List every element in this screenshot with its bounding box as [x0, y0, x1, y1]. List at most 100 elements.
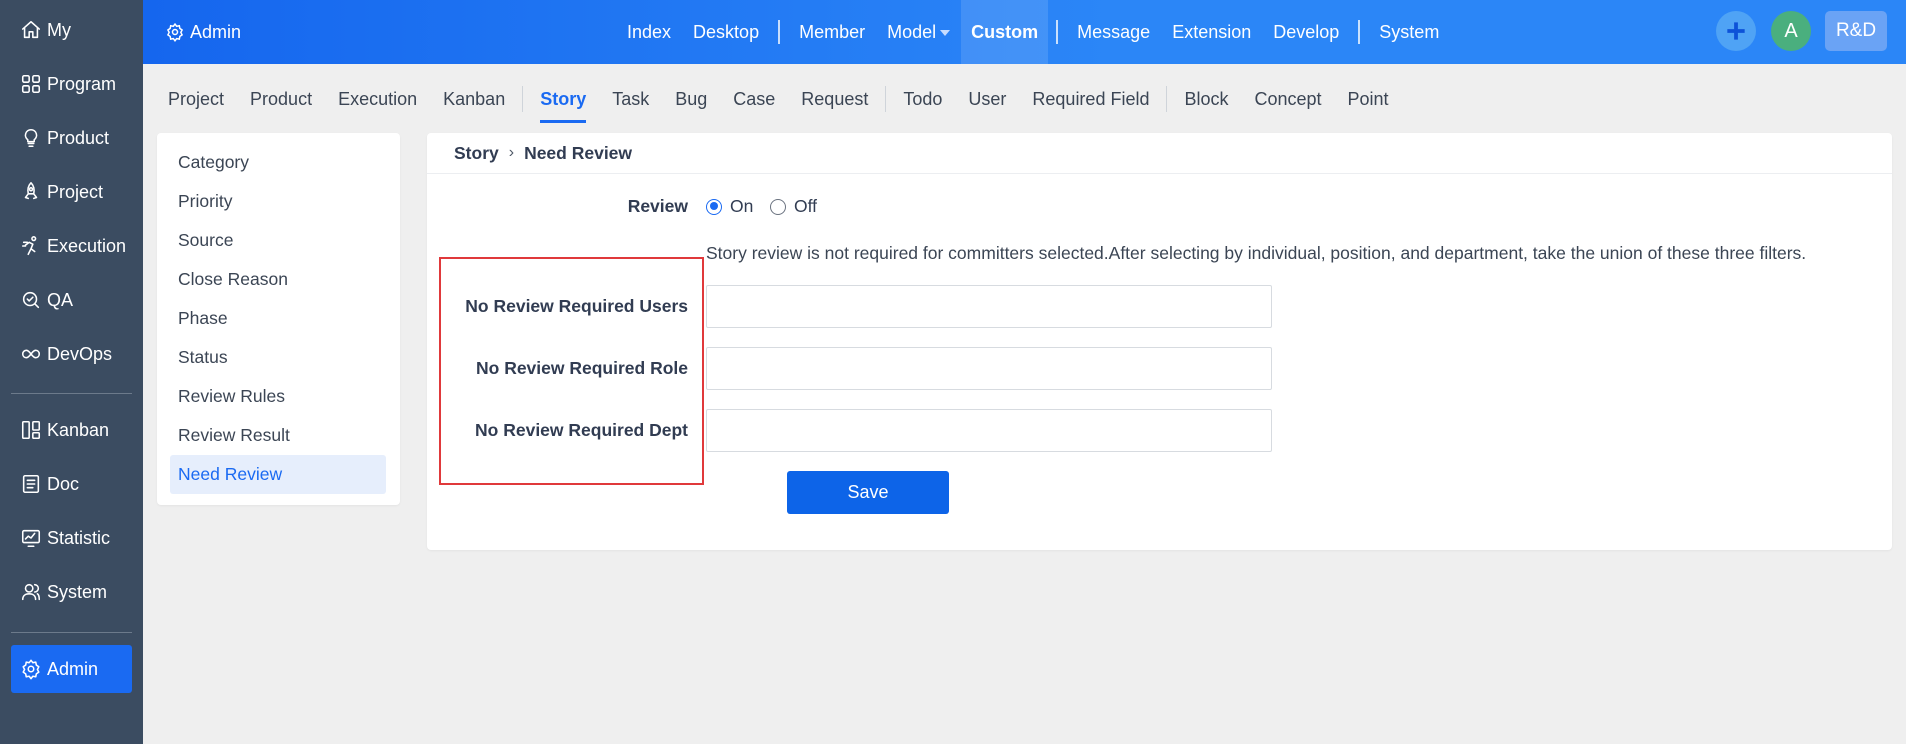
tab-execution[interactable]: Execution [325, 89, 430, 110]
statistic-icon [19, 526, 43, 550]
subnav-divider [885, 86, 887, 112]
subnav-divider [1166, 86, 1168, 112]
topnav-model-label: Model [887, 22, 937, 42]
home-icon [19, 18, 43, 42]
qa-icon [19, 288, 43, 312]
menu-item-category[interactable]: Category [170, 143, 386, 182]
highlight-annotation-box [439, 257, 704, 485]
department-switch-button[interactable]: R&D [1825, 11, 1887, 51]
save-button[interactable]: Save [787, 471, 949, 514]
subnav-divider [522, 86, 524, 112]
topnav-member[interactable]: Member [788, 0, 876, 64]
tab-story[interactable]: Story [527, 89, 599, 123]
sidebar-item-label: System [47, 581, 108, 602]
sidebar-item-project[interactable]: Project [11, 168, 132, 216]
no-review-dept-input[interactable] [706, 409, 1272, 452]
topnav-divider [1056, 20, 1059, 44]
review-off-label: Off [794, 196, 818, 216]
top-navbar: Admin Index Desktop Member Model Custom … [143, 0, 1906, 64]
tab-block[interactable]: Block [1171, 89, 1241, 110]
tab-kanban[interactable]: Kanban [430, 89, 518, 110]
sidebar-item-doc[interactable]: Doc [11, 460, 132, 508]
breadcrumb-parent[interactable]: Story [454, 143, 499, 164]
review-off-radio[interactable] [770, 198, 786, 215]
sidebar-item-label: Statistic [47, 527, 111, 548]
sidebar-item-system[interactable]: System [11, 568, 132, 616]
program-grid-icon [19, 72, 43, 96]
sidebar-item-statistic[interactable]: Statistic [11, 514, 132, 562]
menu-item-review-result[interactable]: Review Result [170, 416, 386, 455]
topnav-custom[interactable]: Custom [961, 0, 1049, 64]
topnav-divider [778, 20, 781, 44]
brand-label: Admin [190, 21, 242, 42]
sidebar-item-qa[interactable]: QA [11, 276, 132, 324]
app-brand[interactable]: Admin [165, 0, 241, 64]
sidebar-item-my[interactable]: My [11, 6, 132, 54]
tab-task[interactable]: Task [599, 89, 662, 110]
avatar[interactable]: A [1771, 11, 1811, 51]
gear-icon [166, 22, 184, 42]
sidebar-divider [11, 393, 132, 394]
no-review-role-input[interactable] [706, 347, 1272, 390]
sidebar-item-program[interactable]: Program [11, 60, 132, 108]
review-off-option[interactable]: Off [770, 196, 817, 217]
tab-bug[interactable]: Bug [662, 89, 720, 110]
tab-point[interactable]: Point [1335, 89, 1402, 110]
review-label: Review [627, 196, 688, 216]
menu-item-phase[interactable]: Phase [170, 299, 386, 338]
sidebar-divider [11, 632, 132, 633]
quick-create-button[interactable] [1716, 11, 1756, 51]
tab-product[interactable]: Product [237, 89, 325, 110]
plus-icon [1727, 22, 1745, 40]
sidebar-item-admin[interactable]: Admin [11, 645, 132, 693]
topnav-message[interactable]: Message [1066, 0, 1161, 64]
sidebar-item-label: Execution [47, 235, 127, 256]
sidebar-item-label: DevOps [47, 343, 113, 364]
tab-request[interactable]: Request [788, 89, 881, 110]
tab-case[interactable]: Case [720, 89, 788, 110]
sidebar-item-execution[interactable]: Execution [11, 222, 132, 270]
review-on-option[interactable]: On [706, 196, 753, 217]
review-on-label: On [730, 196, 754, 216]
sidebar-item-label: Project [47, 181, 104, 202]
topnav-develop[interactable]: Develop [1262, 0, 1350, 64]
tab-user[interactable]: User [955, 89, 1019, 110]
caret-down-icon [940, 30, 951, 37]
breadcrumb: Story › Need Review [427, 133, 1892, 174]
menu-item-close-reason[interactable]: Close Reason [170, 260, 386, 299]
rocket-icon [19, 180, 43, 204]
tab-project[interactable]: Project [155, 89, 237, 110]
menu-item-status[interactable]: Status [170, 338, 386, 377]
sidebar-item-devops[interactable]: DevOps [11, 330, 132, 378]
main-sidebar: My Program Product Project Execution QA … [0, 0, 143, 744]
runner-icon [19, 234, 43, 258]
settings-menu: Category Priority Source Close Reason Ph… [157, 133, 400, 505]
sidebar-item-label: Product [47, 127, 110, 148]
tab-concept[interactable]: Concept [1241, 89, 1334, 110]
breadcrumb-current: Need Review [524, 142, 633, 163]
users-icon [19, 580, 43, 604]
review-on-radio[interactable] [706, 198, 722, 215]
menu-item-priority[interactable]: Priority [170, 182, 386, 221]
tab-required-field[interactable]: Required Field [1019, 89, 1162, 110]
topnav-system[interactable]: System [1368, 0, 1450, 64]
sidebar-item-label: Admin [47, 658, 99, 679]
topnav-extension[interactable]: Extension [1161, 0, 1262, 64]
sub-nav: Project Product Execution Kanban Story T… [143, 64, 1402, 134]
menu-item-need-review[interactable]: Need Review [170, 455, 386, 494]
menu-item-source[interactable]: Source [170, 221, 386, 260]
sidebar-item-kanban[interactable]: Kanban [11, 406, 132, 454]
gear-icon [19, 657, 43, 681]
topnav-index[interactable]: Index [616, 0, 682, 64]
review-tip: Story review is not required for committ… [706, 243, 1807, 263]
topnav-desktop[interactable]: Desktop [682, 0, 770, 64]
sidebar-item-label: Kanban [47, 419, 110, 440]
top-nav: Index Desktop Member Model Custom Messag… [616, 0, 1450, 64]
sidebar-item-product[interactable]: Product [11, 114, 132, 162]
menu-item-review-rules[interactable]: Review Rules [170, 377, 386, 416]
no-review-users-input[interactable] [706, 285, 1272, 328]
infinity-icon [19, 342, 43, 366]
tab-todo[interactable]: Todo [890, 89, 955, 110]
kanban-icon [19, 418, 43, 442]
topnav-model[interactable]: Model [876, 0, 961, 64]
